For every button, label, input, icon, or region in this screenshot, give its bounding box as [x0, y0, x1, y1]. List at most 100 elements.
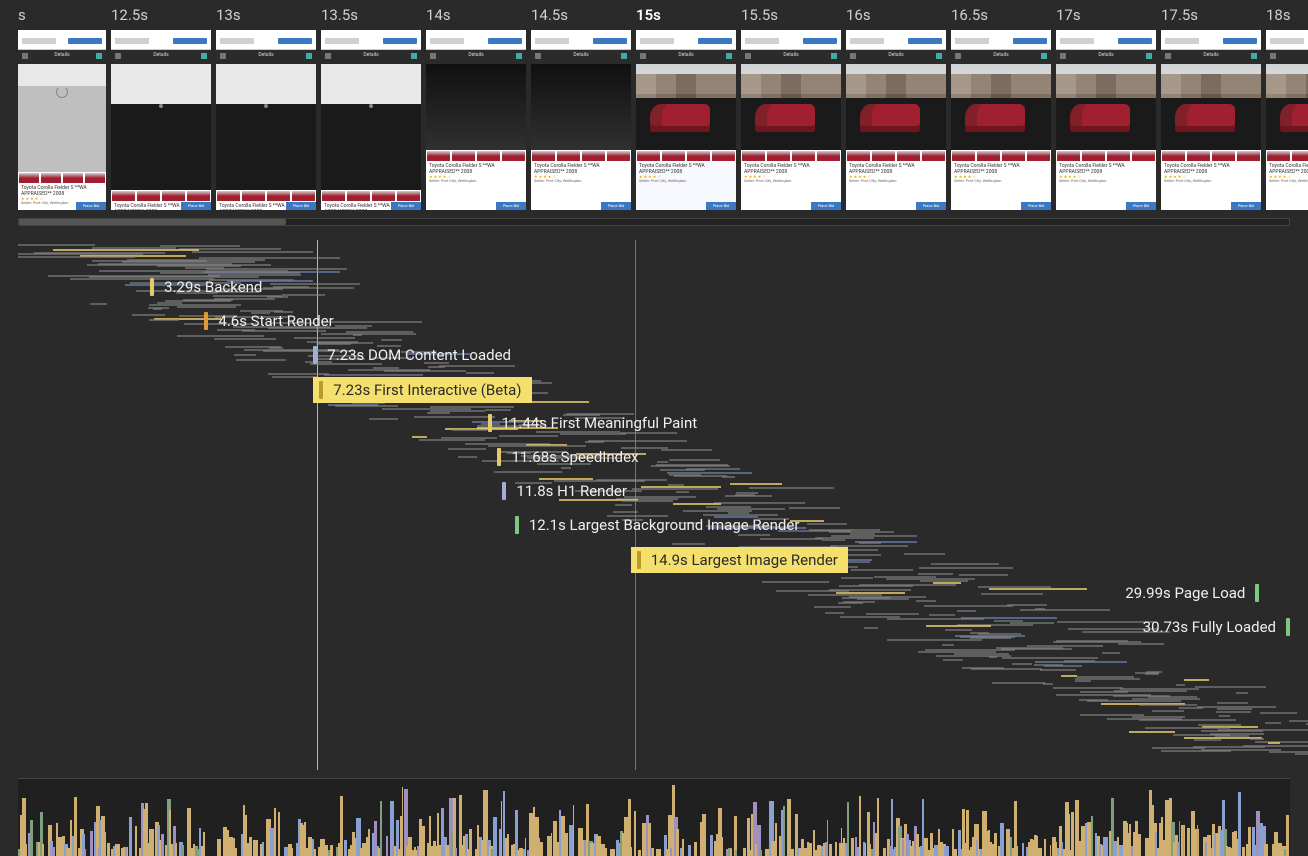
request-bar — [236, 359, 286, 361]
waterfall-panel[interactable]: 3.29s Backend 4.6s Start Render 7.23s DOM … — [18, 240, 1290, 770]
flame-segment — [453, 798, 456, 856]
request-bar — [674, 475, 726, 477]
metric-tick — [204, 312, 208, 330]
metric-largest-bg-image[interactable]: 12.1s Largest Background Image Render — [515, 513, 800, 537]
request-bar — [328, 321, 421, 323]
filmstrip-frame[interactable]: 13s Details Toyota Corolla Fielder S **W… — [216, 0, 316, 210]
metric-label: 30.73s Fully Loaded — [1143, 618, 1276, 636]
filmstrip-frame[interactable]: 14s Details Toyota Corolla Fielder S **W… — [426, 0, 526, 210]
metric-label: 11.44s First Meaningful Paint — [502, 414, 698, 432]
request-bar — [272, 376, 317, 378]
filmstrip-frame[interactable]: s Details Toyota Corolla Fielder S **WA … — [18, 0, 106, 210]
request-bar — [412, 436, 427, 438]
request-bar — [789, 507, 840, 509]
flame-segment — [1016, 846, 1018, 856]
metric-label: 11.68s SpeedIndex — [511, 448, 638, 466]
request-bar — [1080, 691, 1128, 693]
flame-segment — [954, 849, 957, 856]
filmstrip[interactable]: s Details Toyota Corolla Fielder S **WA … — [0, 0, 1308, 212]
metric-start-render[interactable]: 4.6s Start Render — [204, 309, 333, 333]
frame-thumbnail: Details Toyota Corolla Fielder S **WA AP… — [111, 30, 211, 210]
flame-segment — [1139, 850, 1141, 856]
filmstrip-frame[interactable]: 18s Details Toyota Corolla Fielder S **W… — [1266, 0, 1308, 210]
filmstrip-frame[interactable]: 13.5s Details Toyota Corolla Fielder S *… — [321, 0, 421, 210]
filmstrip-frame[interactable]: 16.5s Details Toyota Corolla Fielder S *… — [951, 0, 1051, 210]
flame-chart[interactable] — [18, 778, 1290, 856]
request-bar — [369, 418, 399, 420]
request-bar — [651, 465, 731, 467]
request-bar — [1161, 750, 1231, 752]
request-bar — [887, 618, 984, 620]
frame-thumbnail: Details Toyota Corolla Fielder S **WA AP… — [18, 30, 106, 210]
metric-tick — [502, 482, 506, 500]
metric-label: 14.9s Largest Image Render — [651, 551, 838, 569]
request-bar — [1061, 675, 1077, 677]
request-bar — [669, 459, 720, 461]
request-bar — [749, 487, 834, 489]
request-bar — [270, 283, 360, 285]
request-bar — [448, 448, 487, 450]
filmstrip-frame[interactable]: 14.5s Details Toyota Corolla Fielder S *… — [531, 0, 631, 210]
flame-segment — [694, 842, 698, 856]
request-bar — [657, 461, 668, 463]
request-bar — [1145, 673, 1159, 675]
request-bar — [945, 629, 972, 631]
request-bar — [673, 503, 721, 505]
metric-page-load[interactable]: 29.99s Page Load — [1125, 581, 1259, 605]
request-bar — [234, 354, 256, 356]
flame-segment — [493, 817, 497, 856]
metric-first-meaningful-paint[interactable]: 11.44s First Meaningful Paint — [488, 411, 698, 435]
filmstrip-frame[interactable]: 15s Details Toyota Corolla Fielder S **W… — [636, 0, 736, 210]
request-bar — [294, 337, 355, 339]
flame-segment — [722, 837, 724, 856]
flame-segment — [883, 848, 886, 856]
filmstrip-frame[interactable]: 15.5s Details Toyota Corolla Fielder S *… — [741, 0, 841, 210]
flame-segment — [682, 839, 684, 856]
request-bar — [926, 625, 991, 627]
request-bar — [942, 644, 954, 646]
request-bar — [1102, 652, 1119, 654]
request-bar — [936, 655, 1011, 657]
filmstrip-frame[interactable]: 16s Details Toyota Corolla Fielder S **W… — [846, 0, 946, 210]
request-bar — [132, 314, 165, 316]
request-bar — [1118, 643, 1164, 645]
waterfall[interactable]: 3.29s Backend 4.6s Start Render 7.23s DOM … — [18, 240, 1290, 770]
request-bar — [864, 627, 878, 629]
flame-segment — [634, 811, 636, 856]
filmstrip-frame[interactable]: 17.5s Details Toyota Corolla Fielder S *… — [1161, 0, 1261, 210]
request-bar — [762, 581, 829, 583]
metric-dom-content-loaded[interactable]: 7.23s DOM Content Loaded — [313, 343, 511, 367]
flame-segment — [175, 843, 177, 856]
metric-largest-image[interactable]: 14.9s Largest Image Render — [631, 547, 848, 573]
request-bar — [841, 577, 874, 579]
request-bar — [1260, 712, 1296, 714]
filmstrip-scrollbar-thumb[interactable] — [19, 219, 286, 225]
flame-segment — [42, 844, 45, 856]
request-bar — [992, 682, 1044, 684]
request-bar — [931, 563, 999, 565]
request-bar — [1197, 706, 1276, 708]
metric-fully-loaded[interactable]: 30.73s Fully Loaded — [1143, 615, 1290, 639]
request-bar — [1053, 687, 1123, 689]
flame-segment — [590, 843, 593, 856]
request-bar — [807, 523, 847, 525]
frame-thumbnail: Details Toyota Corolla Fielder S **WA AP… — [1056, 30, 1156, 210]
request-bar — [676, 491, 689, 493]
metric-backend[interactable]: 3.29s Backend — [150, 275, 262, 299]
request-bar — [321, 333, 416, 335]
flame-segment — [944, 846, 948, 856]
filmstrip-scrollbar[interactable] — [18, 218, 1290, 226]
timeline-vline — [635, 240, 636, 770]
metric-first-interactive[interactable]: 7.23s First Interactive (Beta) — [313, 377, 531, 403]
flame-segment — [117, 845, 119, 856]
request-bar — [90, 303, 107, 305]
flame-segment — [1022, 843, 1024, 856]
metric-speedindex[interactable]: 11.68s SpeedIndex — [497, 445, 638, 469]
filmstrip-frame[interactable]: 12.5s Details Toyota Corolla Fielder S *… — [111, 0, 211, 210]
filmstrip-frame[interactable]: 17s Details Toyota Corolla Fielder S **W… — [1056, 0, 1156, 210]
request-bar — [177, 306, 236, 308]
metric-h1-render[interactable]: 11.8s H1 Render — [502, 479, 627, 503]
flame-segment — [368, 829, 371, 856]
request-bar — [494, 471, 563, 473]
request-bar — [92, 247, 177, 249]
